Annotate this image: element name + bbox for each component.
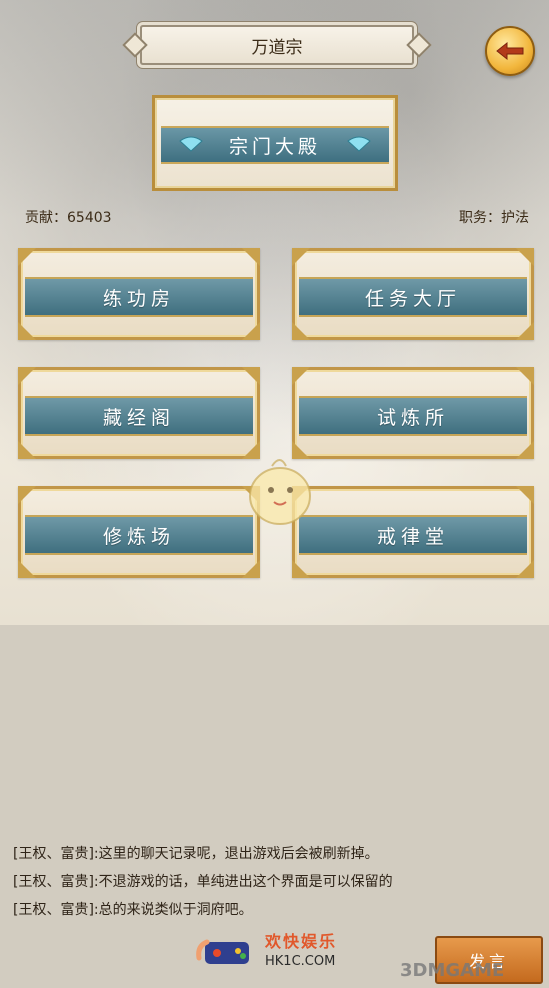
contribution-text: 贡献：65403 [25,210,112,226]
chat-message: [王权、富贵]:总的来说类似于洞府吧。 [13,902,253,918]
chat-message: [王权、富贵]:不退游戏的话，单纯进出这个界面是可以保留的 [13,874,393,890]
position-text: 职务：护法 [459,210,529,226]
card-corner [292,560,310,578]
building-label: 戒律堂 [299,515,527,555]
building-label: 练功房 [25,277,253,317]
watermark-logo: 欢快娱乐 HK1C.COM [195,928,337,976]
page-title: 万道宗 [251,37,303,58]
card-corner [242,322,260,340]
card-corner [516,486,534,504]
card-corner [516,441,534,459]
card-corner [242,367,260,385]
building-scripture-pavilion[interactable]: 藏经阁 [18,367,260,459]
chat-message: [王权、富贵]:这里的聊天记录呢，退出游戏后会被刷新掉。 [13,846,379,862]
card-corner [292,322,310,340]
card-corner [516,322,534,340]
card-corner [18,322,36,340]
mascot-watermark-icon [249,459,311,525]
title-banner: 万道宗 [122,25,432,65]
chat-log: [王权、富贵]:这里的聊天记录呢，退出游戏后会被刷新掉。 [王权、富贵]:不退游… [13,840,393,924]
card-corner [516,367,534,385]
building-label: 任务大厅 [299,277,527,317]
back-button[interactable] [485,26,535,76]
card-corner [18,248,36,266]
fan-icon [179,136,203,152]
building-trial-grounds[interactable]: 试炼所 [292,367,534,459]
watermark-title: 欢快娱乐 [265,932,338,951]
sect-hall-plate: 宗门大殿 [161,126,389,164]
fan-icon [347,136,371,152]
card-corner [292,367,310,385]
sect-hall-label: 宗门大殿 [228,135,321,158]
building-cultivation-field[interactable]: 修炼场 [18,486,260,578]
back-arrow-icon [496,41,524,61]
card-corner [242,560,260,578]
building-label: 藏经阁 [25,396,253,436]
card-corner [516,560,534,578]
card-corner [18,441,36,459]
card-corner [18,486,36,504]
card-corner [242,248,260,266]
brand-watermark: 3DMGAME [400,960,505,981]
building-practice-room[interactable]: 练功房 [18,248,260,340]
building-task-hall[interactable]: 任务大厅 [292,248,534,340]
gamepad-hand-icon [196,939,249,964]
building-discipline-hall[interactable]: 戒律堂 [292,486,534,578]
card-corner [516,248,534,266]
card-corner [18,560,36,578]
card-corner [292,248,310,266]
watermark-subtitle: HK1C.COM [265,954,336,969]
card-corner [18,367,36,385]
sect-hall-button[interactable]: 宗门大殿 [152,95,398,191]
building-label: 试炼所 [299,396,527,436]
building-label: 修炼场 [25,515,253,555]
